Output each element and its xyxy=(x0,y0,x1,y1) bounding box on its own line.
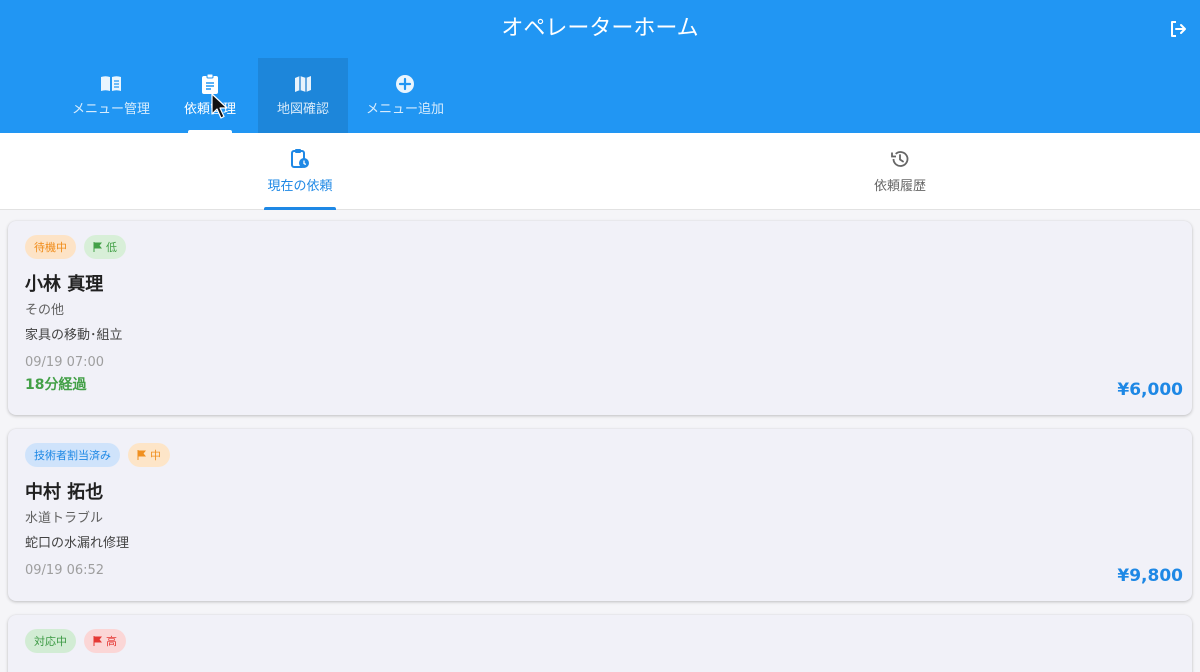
nav-item-map-check[interactable]: 地図確認 xyxy=(258,58,348,133)
map-icon xyxy=(293,72,313,96)
nav-item-label: メニュー追加 xyxy=(365,102,444,117)
tab-label: 現在の依頼 xyxy=(267,179,333,194)
menu-book-icon xyxy=(99,72,123,96)
flag-icon xyxy=(93,636,102,646)
tab-label: 依頼履歴 xyxy=(873,179,926,194)
request-datetime: 09/19 07:00 xyxy=(25,355,105,370)
service-category: 水道トラブル xyxy=(25,511,104,526)
app-bar: オペレーターホーム メニュー管理 依頼管理 地図確認 メニュー追加 xyxy=(0,0,1200,133)
nav-item-label: 依頼管理 xyxy=(183,102,236,117)
logout-button[interactable] xyxy=(1166,17,1190,41)
request-list: 待機中 低 小林 真理 その他 家具の移動･組立 09/19 07:00 18分… xyxy=(0,210,1200,672)
app-root: オペレーターホーム メニュー管理 依頼管理 地図確認 メニュー追加 現在の依頼 … xyxy=(0,0,1200,672)
request-datetime: 09/19 06:52 xyxy=(25,563,105,578)
customer-name: 中村 拓也 xyxy=(25,482,104,503)
request-tabs: 現在の依頼 依頼履歴 xyxy=(0,133,1200,210)
status-badge: 技術者割当済み xyxy=(25,443,120,467)
service-description: 家具の移動･組立 xyxy=(25,328,123,343)
badge-row: 対応中 高 xyxy=(25,629,1175,653)
nav-item-menu-add[interactable]: メニュー追加 xyxy=(348,58,462,133)
nav-item-label: メニュー管理 xyxy=(71,102,150,117)
status-badge: 対応中 xyxy=(25,629,76,653)
priority-badge: 中 xyxy=(128,443,170,467)
service-category: その他 xyxy=(25,303,65,318)
main-nav: メニュー管理 依頼管理 地図確認 メニュー追加 xyxy=(60,58,462,133)
flag-icon xyxy=(137,450,146,460)
assignment-icon xyxy=(200,72,220,96)
flag-icon xyxy=(93,242,102,252)
elapsed-time: 18分経過 xyxy=(25,377,87,393)
priority-label: 中 xyxy=(150,449,161,462)
add-circle-icon xyxy=(394,72,416,96)
badge-row: 技術者割当済み 中 xyxy=(25,443,1175,467)
status-badge: 待機中 xyxy=(25,235,76,259)
badge-row: 待機中 低 xyxy=(25,235,1175,259)
page-title: オペレーターホーム xyxy=(501,16,699,41)
history-icon xyxy=(889,147,911,171)
priority-badge: 低 xyxy=(84,235,126,259)
price: ¥6,000 xyxy=(1117,380,1183,400)
request-card[interactable]: 待機中 低 小林 真理 その他 家具の移動･組立 09/19 07:00 18分… xyxy=(8,221,1192,415)
customer-name: 小林 真理 xyxy=(25,274,104,295)
priority-label: 低 xyxy=(106,241,117,254)
logout-icon xyxy=(1171,21,1186,37)
price: ¥9,800 xyxy=(1117,566,1183,586)
pending-actions-icon xyxy=(289,147,311,171)
request-card[interactable]: 対応中 高 xyxy=(8,615,1192,672)
nav-item-label: 地図確認 xyxy=(276,102,329,117)
request-card[interactable]: 技術者割当済み 中 中村 拓也 水道トラブル 蛇口の水漏れ修理 09/19 06… xyxy=(8,429,1192,601)
service-description: 蛇口の水漏れ修理 xyxy=(25,536,130,551)
priority-badge: 高 xyxy=(84,629,126,653)
priority-label: 高 xyxy=(106,635,117,648)
tab-request-history[interactable]: 依頼履歴 xyxy=(600,133,1200,209)
nav-item-request-management[interactable]: 依頼管理 xyxy=(162,58,258,133)
nav-item-menu-management[interactable]: メニュー管理 xyxy=(60,58,162,133)
tab-current-requests[interactable]: 現在の依頼 xyxy=(0,133,600,210)
